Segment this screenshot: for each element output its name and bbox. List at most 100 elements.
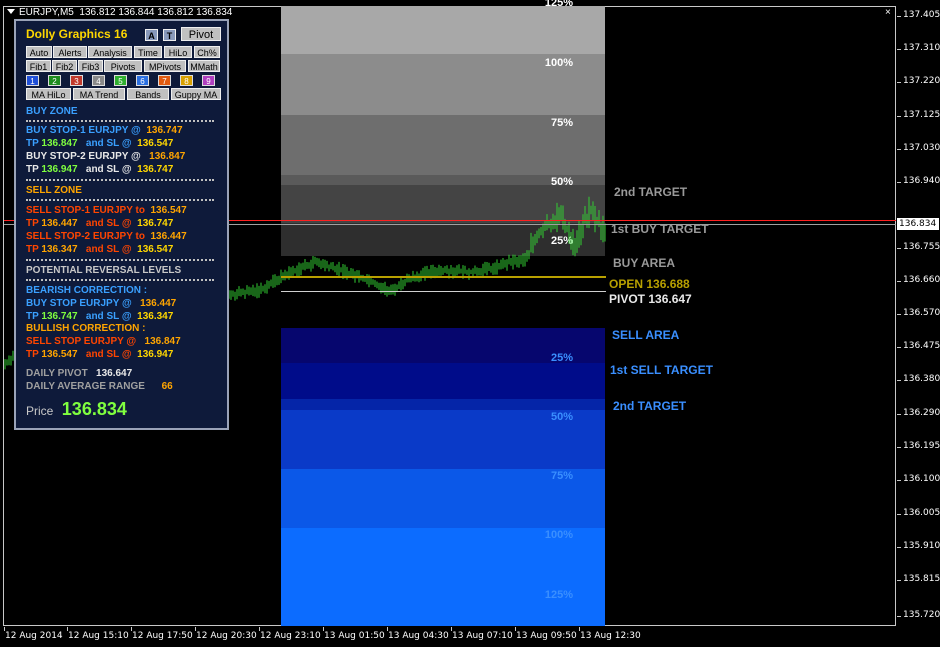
- btn-mmath[interactable]: MMath: [188, 60, 220, 72]
- tp-label: TP: [26, 311, 39, 322]
- separator: [26, 259, 214, 261]
- sell-zone-heading: SELL ZONE: [26, 185, 82, 196]
- buy-stop-2-tp-sl: TP 136.947 and SL @ 136.747: [26, 164, 173, 175]
- sell-stop-2-tp-sl: TP 136.347 and SL @ 136.547: [26, 244, 173, 255]
- first-sell-target: 1st SELL TARGET: [610, 363, 713, 377]
- time-axis[interactable]: 12 Aug 2014 12 Aug 15:10 12 Aug 17:50 12 Au…: [0, 627, 896, 647]
- btn-auto[interactable]: Auto: [26, 46, 52, 58]
- sl-value: 136.547: [137, 138, 174, 149]
- time-tick-label: 12 Aug 15:10: [68, 631, 129, 641]
- color-button-7[interactable]: 7: [158, 75, 171, 86]
- separator: [26, 199, 214, 201]
- price-tick-label: 136.195: [903, 441, 940, 451]
- btn-analysis[interactable]: Analysis: [88, 46, 132, 58]
- color-button-6[interactable]: 6: [136, 75, 149, 86]
- color-button-9[interactable]: 9: [202, 75, 215, 86]
- sl-value: 136.747: [137, 218, 174, 229]
- pivot-label: PIVOT 136.647: [609, 292, 692, 306]
- price-tick: [897, 580, 901, 581]
- panel-title: Dolly Graphics 16: [26, 27, 128, 41]
- current-price-tag: 136.834: [897, 218, 939, 230]
- price-tick: [897, 380, 901, 381]
- sl-label: and SL @: [85, 218, 132, 229]
- bearish-heading: BEARISH CORRECTION :: [26, 285, 148, 296]
- btn-guppy-ma[interactable]: Guppy MA: [171, 88, 221, 100]
- color-button-3[interactable]: 3: [70, 75, 83, 86]
- second-target-top: 2nd TARGET: [614, 185, 688, 199]
- buy-stop-1-text: BUY STOP-1 EURJPY @: [26, 125, 141, 136]
- price-tick-label: 135.910: [903, 541, 940, 551]
- sl-value: 136.747: [137, 164, 174, 175]
- dar-label: DAILY AVERAGE RANGE: [26, 381, 145, 392]
- btn-fib3[interactable]: Fib3: [78, 60, 103, 72]
- price-label: Price: [26, 404, 54, 418]
- daily-average-range: DAILY AVERAGE RANGE 66: [26, 381, 173, 392]
- buy-stop-2-text: BUY STOP-2 EURJPY @: [26, 151, 141, 162]
- dar-value: 66: [161, 381, 173, 392]
- color-button-1[interactable]: 1: [26, 75, 39, 86]
- color-button-5[interactable]: 5: [114, 75, 127, 86]
- tp-label: TP: [26, 164, 39, 175]
- sl-label: and SL @: [85, 349, 132, 360]
- time-tick-label: 12 Aug 23:10: [260, 631, 321, 641]
- tp-value: 136.447: [41, 218, 78, 229]
- sell-stop-2-price: 136.447: [150, 231, 187, 242]
- price-axis[interactable]: 137.405 137.310 137.220 137.125 137.030 136.9…: [897, 6, 940, 626]
- color-button-8[interactable]: 8: [180, 75, 193, 86]
- buy-zone-heading: BUY ZONE: [26, 106, 78, 117]
- tp-value: 136.847: [41, 138, 78, 149]
- time-tick-label: 12 Aug 17:50: [132, 631, 193, 641]
- sl-value: 136.347: [137, 311, 174, 322]
- time-tick-label: 13 Aug 07:10: [452, 631, 513, 641]
- price-tick-label: 135.720: [903, 610, 940, 620]
- price-tick: [897, 49, 901, 50]
- buy-stop-1-tp-sl: TP 136.847 and SL @ 136.547: [26, 138, 173, 149]
- price-tick: [897, 480, 901, 481]
- btn-hilo[interactable]: HiLo: [164, 46, 192, 58]
- btn-ch-pct[interactable]: Ch%: [194, 46, 220, 58]
- btn-alerts[interactable]: Alerts: [53, 46, 87, 58]
- sell-stop-2-text: SELL STOP-2 EURJPY to: [26, 231, 145, 242]
- tp-value: 136.547: [41, 349, 78, 360]
- price-tick: [897, 82, 901, 83]
- price-tick-label: 136.475: [903, 341, 940, 351]
- price-tick: [897, 347, 901, 348]
- price-tick: [897, 281, 901, 282]
- btn-fib2[interactable]: Fib2: [52, 60, 77, 72]
- sell-stop-1-text: SELL STOP-1 EURJPY to: [26, 205, 145, 216]
- price-tick-label: 136.570: [903, 308, 940, 318]
- price-tick: [897, 547, 901, 548]
- dolly-graphics-panel: Dolly Graphics 16 A T Pivot Auto Alerts …: [14, 19, 229, 430]
- daily-pivot-label: DAILY PIVOT: [26, 368, 88, 379]
- bearish-text: BUY STOP EURJPY @: [26, 298, 132, 309]
- buy-stop-2-price: 136.847: [149, 151, 186, 162]
- btn-a[interactable]: A: [145, 29, 158, 41]
- btn-pivot[interactable]: Pivot: [181, 27, 221, 41]
- price-tick-label: 136.290: [903, 408, 940, 418]
- sl-value: 136.547: [137, 244, 174, 255]
- btn-ma-hilo[interactable]: MA HiLo: [26, 88, 71, 100]
- btn-time[interactable]: Time: [134, 46, 162, 58]
- price-value: 136.834: [61, 399, 127, 419]
- open-line: [281, 276, 606, 278]
- btn-fib1[interactable]: Fib1: [26, 60, 51, 72]
- time-tick-label: 13 Aug 12:30: [580, 631, 641, 641]
- btn-bands[interactable]: Bands: [127, 88, 169, 100]
- btn-t[interactable]: T: [163, 29, 176, 41]
- tp-value: 136.347: [41, 244, 78, 255]
- buy-area-label: BUY AREA: [613, 256, 676, 270]
- price-tick: [897, 447, 901, 448]
- bullish-text: SELL STOP EURJPY @: [26, 336, 137, 347]
- btn-mpivots[interactable]: MPivots: [144, 60, 186, 72]
- price-tick: [897, 514, 901, 515]
- price-readout: Price 136.834: [26, 399, 127, 420]
- btn-pivots[interactable]: Pivots: [104, 60, 142, 72]
- btn-ma-trend[interactable]: MA Trend: [73, 88, 125, 100]
- price-tick: [897, 248, 901, 249]
- color-button-2[interactable]: 2: [48, 75, 61, 86]
- color-button-4[interactable]: 4: [92, 75, 105, 86]
- sl-label: and SL @: [85, 244, 132, 255]
- buy-stop-1: BUY STOP-1 EURJPY @ 136.747: [26, 125, 183, 136]
- separator: [26, 279, 214, 281]
- tp-label: TP: [26, 138, 39, 149]
